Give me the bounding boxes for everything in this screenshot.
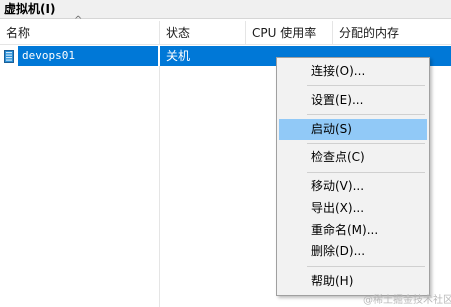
vm-name-cell: devops01 xyxy=(22,49,75,62)
sort-ascending-icon: ^ xyxy=(74,15,83,26)
column-header-cpu[interactable]: CPU 使用率 xyxy=(246,21,333,44)
menu-item-settings[interactable]: 设置(E)... xyxy=(279,90,427,111)
menu-separator xyxy=(307,266,425,267)
vm-state-cell: 关机 xyxy=(166,49,191,63)
hyperv-manager-pane: 虚拟机(I) 名称 ^ 状态 CPU 使用率 分配的内存 devops01 关机 xyxy=(0,0,451,307)
column-header-cpu-label: CPU 使用率 xyxy=(252,26,317,40)
column-header-memory[interactable]: 分配的内存 xyxy=(333,21,451,44)
column-header-row: 名称 ^ 状态 CPU 使用率 分配的内存 xyxy=(0,15,451,45)
menu-item-delete[interactable]: 删除(D)... xyxy=(279,241,427,262)
column-header-state[interactable]: 状态 xyxy=(160,21,246,44)
menu-item-rename[interactable]: 重命名(M)... xyxy=(279,220,427,241)
column-header-name[interactable]: 名称 ^ xyxy=(0,15,160,44)
menu-separator xyxy=(307,85,425,86)
menu-separator xyxy=(307,114,425,115)
column-header-memory-label: 分配的内存 xyxy=(339,26,400,40)
column-header-name-label: 名称 xyxy=(6,26,31,40)
menu-separator xyxy=(307,172,425,173)
vm-context-menu: 连接(O)... 设置(E)... 启动(S) 检查点(C) 移动(V)... … xyxy=(276,57,430,296)
column-header-state-label: 状态 xyxy=(166,26,191,40)
menu-item-help[interactable]: 帮助(H) xyxy=(279,271,427,292)
virtual-machine-icon xyxy=(4,50,14,63)
menu-item-move[interactable]: 移动(V)... xyxy=(279,176,427,197)
column-divider xyxy=(159,66,160,307)
menu-item-export[interactable]: 导出(X)... xyxy=(279,198,427,219)
vm-section-header: 虚拟机(I) xyxy=(0,0,451,19)
menu-item-start[interactable]: 启动(S) xyxy=(279,119,427,140)
menu-item-connect[interactable]: 连接(O)... xyxy=(279,61,427,82)
vm-section-title: 虚拟机(I) xyxy=(4,2,56,16)
watermark-text: @稀土掘金技术社区 xyxy=(363,295,451,306)
menu-item-checkpoint[interactable]: 检查点(C) xyxy=(279,147,427,168)
menu-separator xyxy=(307,143,425,144)
